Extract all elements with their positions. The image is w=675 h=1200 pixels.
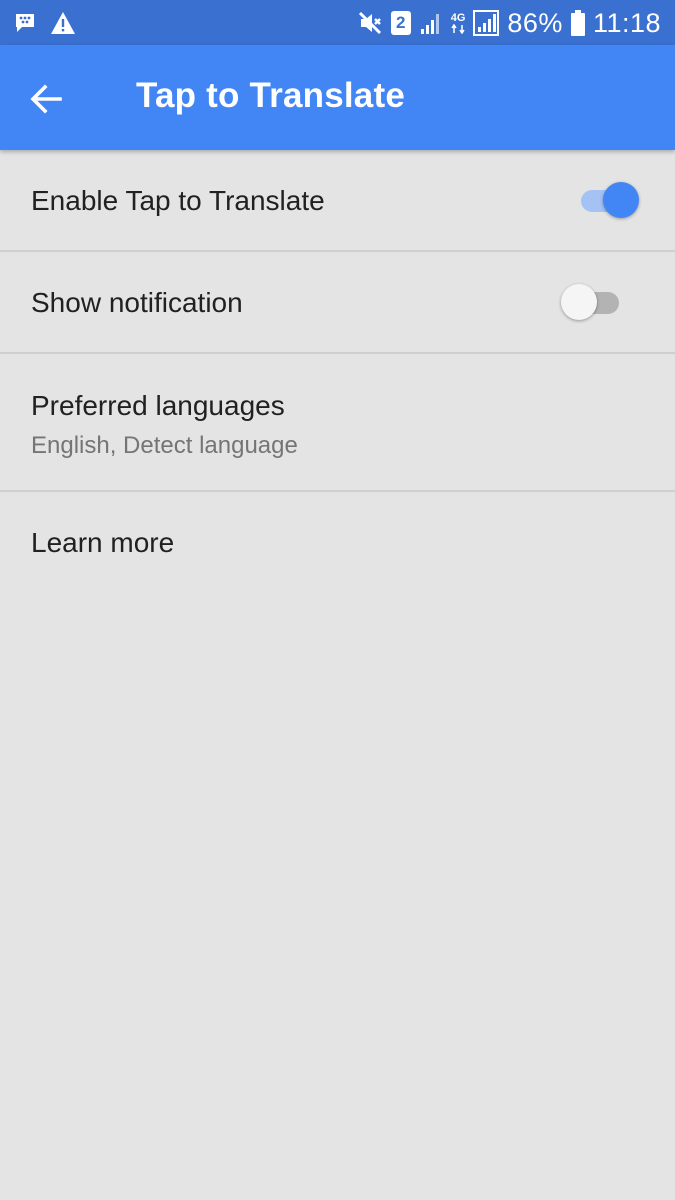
toggle-thumb xyxy=(561,284,597,320)
enable-tap-to-translate-toggle[interactable] xyxy=(575,178,639,222)
signal-icon xyxy=(419,11,443,35)
settings-list: Enable Tap to Translate Show notificatio… xyxy=(0,150,675,596)
bbm-icon xyxy=(14,13,36,33)
page-title: Tap to Translate xyxy=(136,76,405,115)
signal-full-icon xyxy=(473,10,500,36)
setting-show-notification[interactable]: Show notification xyxy=(0,252,675,354)
status-bar-right: 2 4G 86% 11:18 xyxy=(357,7,661,39)
status-bar-left xyxy=(14,10,76,36)
setting-summary: English, Detect language xyxy=(31,432,298,459)
network-type-label: 4G xyxy=(450,11,466,24)
4g-icon: 4G xyxy=(450,11,466,34)
status-bar: 2 4G 86% 11:18 xyxy=(0,0,675,45)
battery-icon xyxy=(570,10,585,36)
setting-title: Preferred languages xyxy=(31,390,285,421)
battery-percent: 86% xyxy=(507,7,563,38)
app-bar: Tap to Translate xyxy=(0,45,675,150)
arrow-back-icon xyxy=(30,84,62,114)
setting-enable-tap-to-translate[interactable]: Enable Tap to Translate xyxy=(0,150,675,252)
setting-preferred-languages[interactable]: Preferred languages English, Detect lang… xyxy=(0,354,675,492)
toggle-thumb xyxy=(603,182,639,218)
clock: 11:18 xyxy=(592,7,661,38)
show-notification-toggle[interactable] xyxy=(561,280,625,324)
back-button[interactable] xyxy=(26,79,66,119)
sim-2-icon: 2 xyxy=(390,11,411,35)
warning-icon xyxy=(50,11,76,35)
setting-title: Enable Tap to Translate xyxy=(31,185,325,216)
setting-title: Learn more xyxy=(31,527,175,558)
mute-icon xyxy=(357,10,383,36)
setting-title: Show notification xyxy=(31,287,243,318)
setting-learn-more[interactable]: Learn more xyxy=(0,492,675,596)
